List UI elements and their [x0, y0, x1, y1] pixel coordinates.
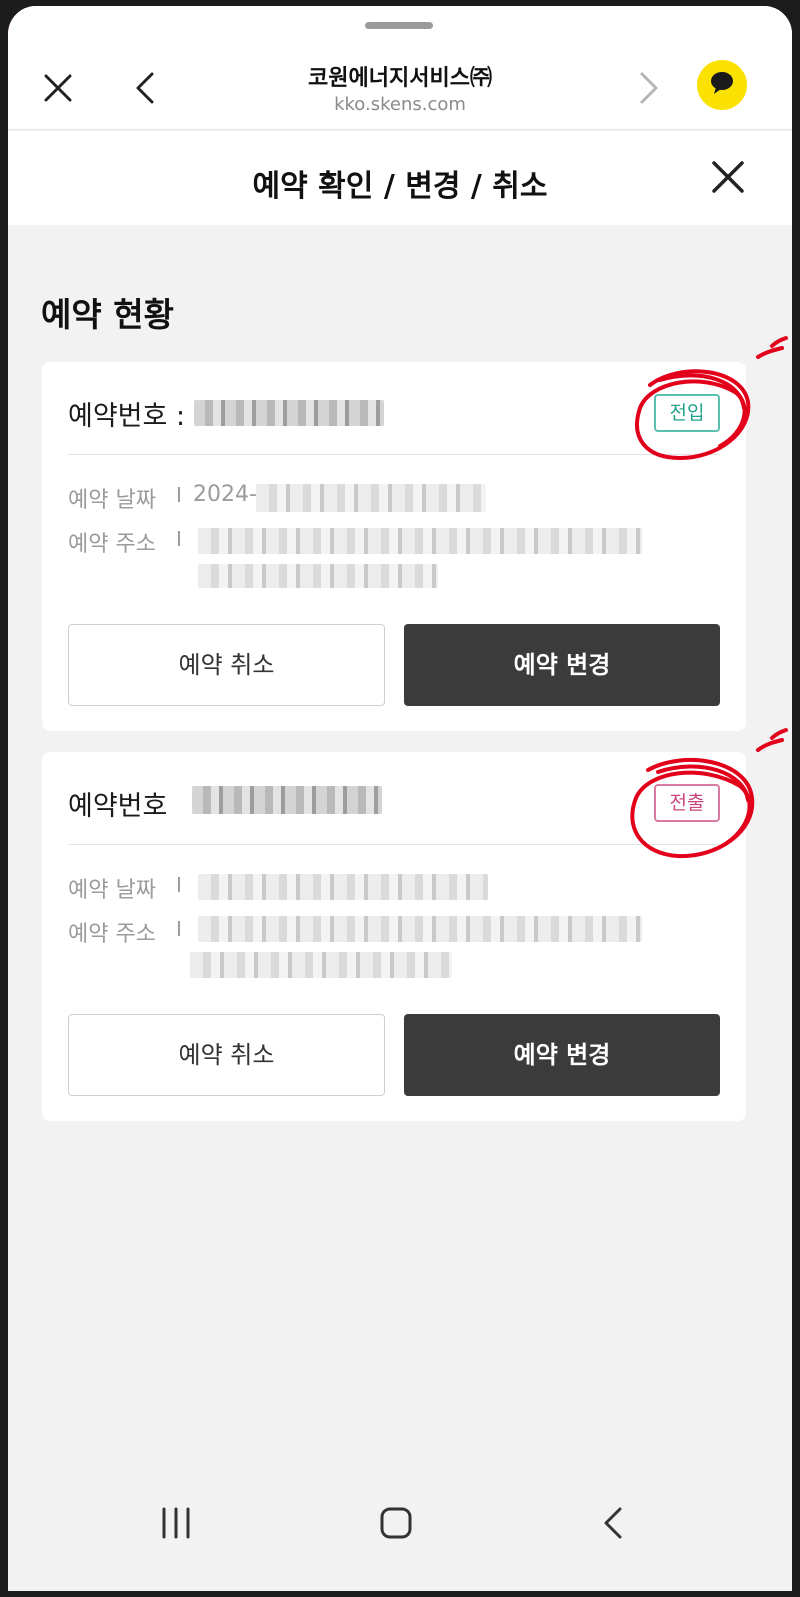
- reservation-number-redacted: [194, 400, 384, 426]
- chevron-left-icon[interactable]: [126, 68, 166, 108]
- separator: I: [176, 527, 182, 551]
- address-redacted: [198, 528, 642, 554]
- system-nav-bar: [8, 1471, 792, 1591]
- move-out-badge: 전출: [654, 784, 720, 822]
- separator: I: [176, 873, 182, 897]
- reservation-number-redacted: [192, 786, 382, 814]
- site-url: kko.skens.com: [334, 94, 466, 115]
- home-icon[interactable]: [374, 1501, 418, 1545]
- move-in-badge: 전입: [654, 394, 720, 432]
- date-label: 예약 날짜: [68, 878, 156, 903]
- divider: [68, 844, 720, 845]
- phone-screen: 코원에너지서비스㈜ kko.skens.com 예약 확인 / 변경 / 취소 …: [8, 6, 792, 1591]
- page-title: 예약 확인 / 변경 / 취소: [252, 169, 548, 204]
- reservation-card: 예약번호 : 전입 예약 날짜 I 2024- 예약 주소 I 예약 취소 예약…: [42, 362, 746, 731]
- date-redacted: [198, 874, 488, 900]
- date-value: 2024-: [193, 482, 257, 507]
- address-redacted: [190, 952, 452, 978]
- date-label: 예약 날짜: [68, 488, 156, 513]
- address-redacted: [198, 564, 438, 588]
- close-icon[interactable]: [38, 68, 78, 108]
- page-header: 예약 확인 / 변경 / 취소: [8, 131, 792, 225]
- separator: I: [176, 483, 182, 507]
- change-reservation-button[interactable]: 예약 변경: [404, 624, 720, 706]
- reservation-card: 예약번호 전출 예약 날짜 I 예약 주소 I 예약 취소 예약 변경: [42, 752, 746, 1121]
- chevron-right-icon: [628, 68, 668, 108]
- date-redacted: [256, 484, 486, 512]
- site-title: 코원에너지서비스㈜: [308, 66, 492, 91]
- reservation-number-label: 예약번호 :: [68, 401, 186, 432]
- close-icon[interactable]: [706, 155, 750, 199]
- drag-handle[interactable]: [365, 22, 433, 29]
- separator: I: [176, 917, 182, 941]
- reservation-number-label: 예약번호: [68, 791, 168, 822]
- recent-apps-icon[interactable]: [154, 1501, 198, 1545]
- back-icon[interactable]: [592, 1501, 636, 1545]
- section-title: 예약 현황: [41, 295, 174, 334]
- address-label: 예약 주소: [68, 532, 156, 557]
- browser-bar: 코원에너지서비스㈜ kko.skens.com: [8, 6, 792, 130]
- kakaotalk-button[interactable]: [697, 60, 747, 110]
- address-redacted: [198, 916, 642, 942]
- cancel-reservation-button[interactable]: 예약 취소: [68, 624, 385, 706]
- divider: [68, 454, 720, 455]
- cancel-reservation-button[interactable]: 예약 취소: [68, 1014, 385, 1096]
- address-label: 예약 주소: [68, 922, 156, 947]
- change-reservation-button[interactable]: 예약 변경: [404, 1014, 720, 1096]
- kakaotalk-icon: [708, 70, 736, 100]
